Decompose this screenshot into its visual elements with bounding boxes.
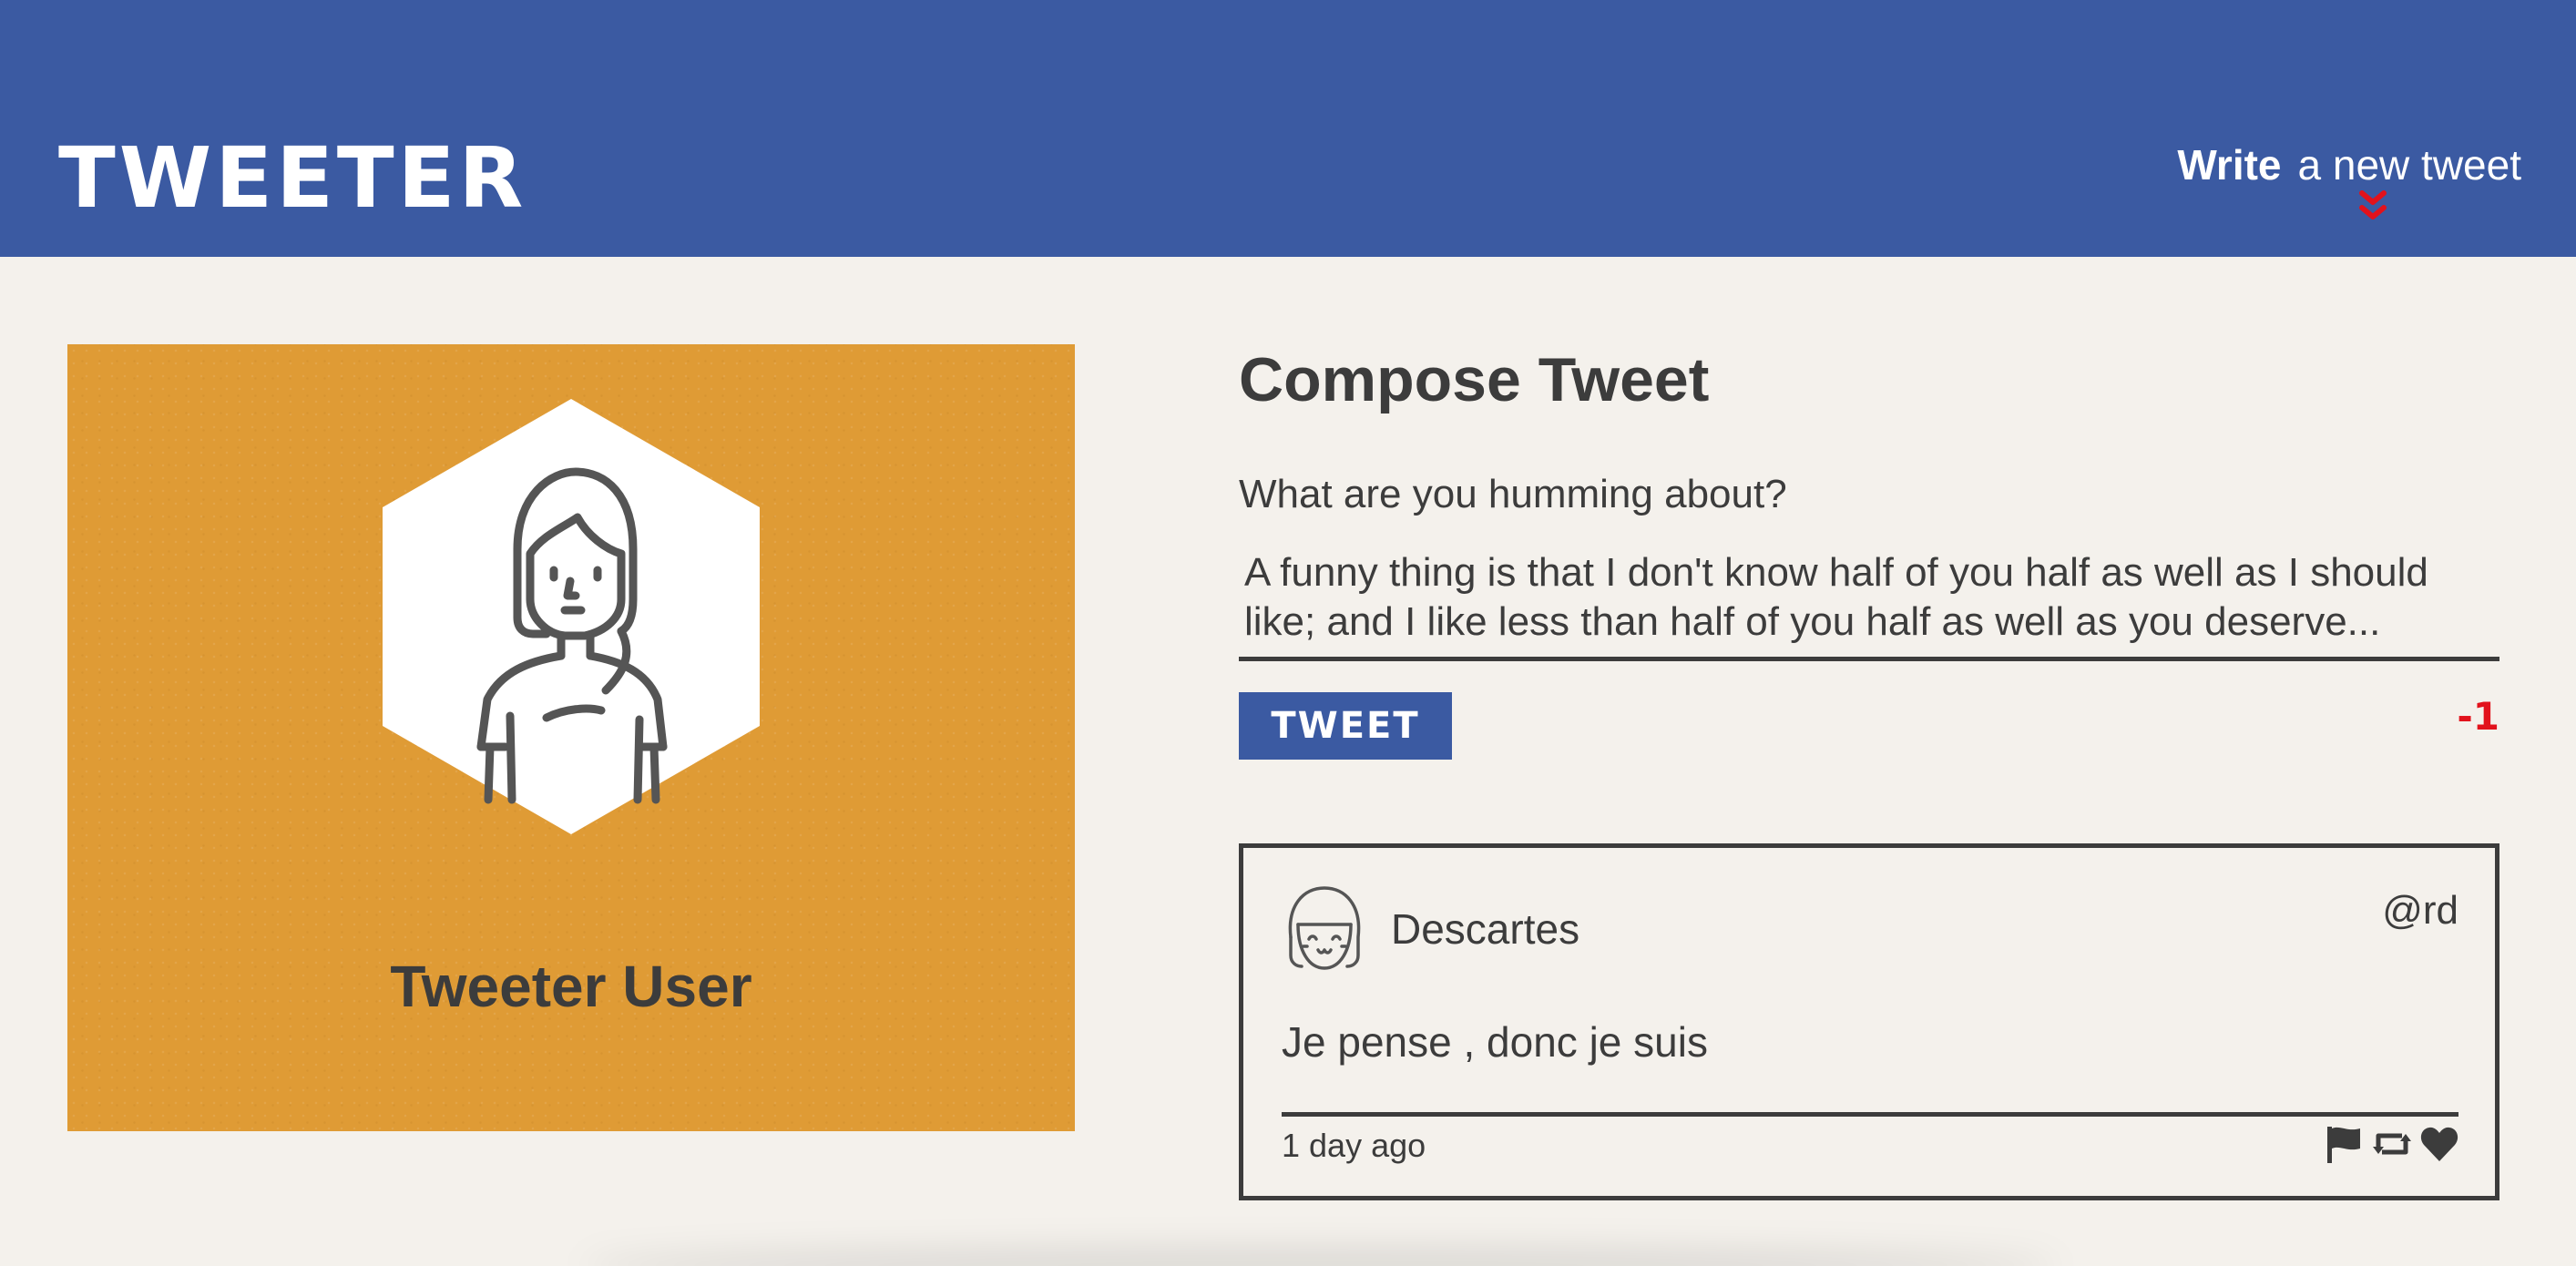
smiling-face-avatar-icon <box>1283 883 1365 974</box>
double-chevron-down-icon[interactable] <box>2358 189 2387 227</box>
tweet-author-handle[interactable]: @rd <box>2382 888 2458 934</box>
profile-name: Tweeter User <box>390 954 752 1019</box>
compose-title: Compose Tweet <box>1239 345 1710 414</box>
flag-icon[interactable] <box>2324 1123 2366 1165</box>
tweet-card: Descartes @rd Je pense , donc je suis 1 … <box>1239 843 2499 1200</box>
retweet-icon[interactable] <box>2371 1123 2413 1165</box>
compose-prompt-label: What are you humming about? <box>1239 472 1787 516</box>
tweet-timestamp: 1 day ago <box>1282 1127 1426 1164</box>
tweet-divider <box>1282 1112 2458 1117</box>
write-label-rest: a new tweet <box>2297 141 2521 189</box>
profile-avatar <box>383 399 760 834</box>
tweet-submit-button[interactable]: TWEET <box>1239 692 1452 760</box>
write-label-strong: Write <box>2177 141 2282 189</box>
tweet-actions <box>2324 1123 2460 1165</box>
tweet-body: Je pense , donc je suis <box>1282 1018 1708 1066</box>
write-new-tweet-toggle[interactable]: Write a new tweet <box>2177 144 2521 227</box>
tweet-author-name[interactable]: Descartes <box>1391 904 1579 954</box>
heart-icon[interactable] <box>2418 1123 2460 1165</box>
tweet-text-input[interactable]: A funny thing is that I don't know half … <box>1239 548 2499 661</box>
top-nav: TWEETER Write a new tweet <box>0 0 2576 257</box>
girl-avatar-icon <box>383 399 760 834</box>
write-new-tweet-label[interactable]: Write a new tweet <box>2177 144 2521 186</box>
bottom-shadow <box>583 1248 2059 1266</box>
profile-card: Tweeter User <box>67 344 1075 1131</box>
character-counter: -1 <box>2457 694 2499 739</box>
brand-logo[interactable]: TWEETER <box>58 137 526 220</box>
